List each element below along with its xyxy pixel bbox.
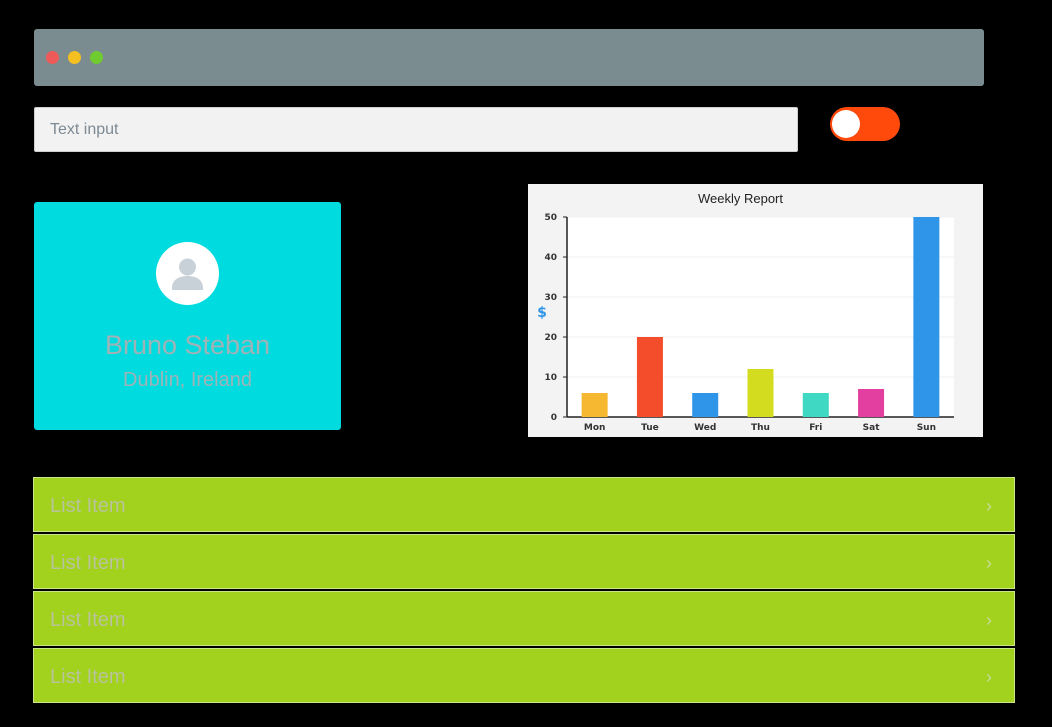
x-tick-label: Wed — [694, 423, 716, 433]
text-input[interactable] — [34, 107, 798, 152]
y-tick-label: 30 — [544, 293, 557, 303]
x-tick-label: Tue — [641, 423, 659, 433]
window-titlebar — [34, 29, 984, 86]
list: List Item › List Item › List Item › List… — [33, 477, 1015, 705]
list-item-label: List Item — [50, 552, 126, 574]
x-tick-label: Thu — [751, 423, 770, 433]
chart-canvas: 0 10 20 30 40 50 Mon Tue Wed Thu Fri Sat Sun $ — [537, 213, 954, 433]
list-item-label: List Item — [50, 666, 126, 688]
profile-name: Bruno Steban — [104, 330, 271, 360]
bar-thu — [747, 369, 774, 417]
list-item-label: List Item — [50, 495, 126, 517]
chevron-right-icon: › — [986, 553, 992, 573]
toggle-knob — [832, 110, 860, 138]
x-tick-label: Sat — [863, 423, 881, 433]
x-tick-label: Mon — [584, 423, 606, 433]
y-axis-label: $ — [537, 305, 547, 321]
list-item[interactable]: List Item › — [33, 477, 1015, 532]
user-icon — [156, 242, 219, 305]
chevron-right-icon: › — [986, 667, 992, 687]
y-tick-label: 20 — [544, 333, 557, 343]
toggle-switch[interactable] — [830, 107, 900, 141]
list-item-label: List Item — [50, 609, 126, 631]
list-item[interactable]: List Item › — [33, 648, 1015, 703]
chevron-right-icon: › — [986, 496, 992, 516]
x-tick-label: Sun — [917, 423, 936, 433]
profile-location: Dublin, Ireland — [123, 369, 252, 391]
profile-card: Bruno Steban Dublin, Ireland — [34, 202, 341, 430]
y-tick-label: 0 — [551, 413, 557, 423]
x-tick-label: Fri — [809, 423, 822, 433]
weekly-report-chart: Weekly Report 0 10 20 30 40 50 Mon Tue Wed Thu Fri… — [528, 184, 983, 437]
bar-fri — [802, 393, 829, 417]
chevron-right-icon: › — [986, 610, 992, 630]
bar-wed — [692, 393, 719, 417]
close-window-button[interactable] — [46, 51, 59, 64]
minimize-window-button[interactable] — [68, 51, 81, 64]
list-item[interactable]: List Item › — [33, 591, 1015, 646]
y-tick-label: 10 — [544, 373, 557, 383]
bar-sun — [913, 217, 940, 417]
list-item[interactable]: List Item › — [33, 534, 1015, 589]
maximize-window-button[interactable] — [90, 51, 103, 64]
bar-tue — [636, 337, 663, 417]
y-tick-label: 40 — [544, 253, 557, 263]
bar-sat — [858, 389, 885, 417]
bar-mon — [581, 393, 608, 417]
y-tick-label: 50 — [544, 213, 557, 223]
